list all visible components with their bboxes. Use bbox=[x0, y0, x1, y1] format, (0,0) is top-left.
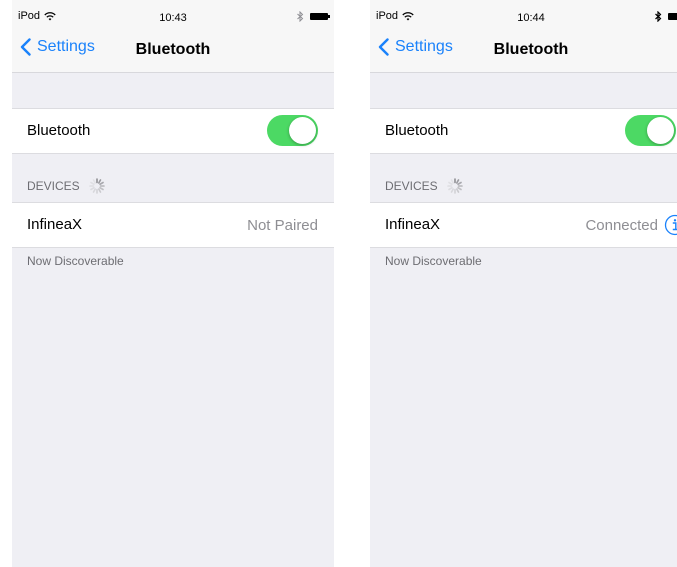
back-button[interactable]: Settings bbox=[20, 38, 95, 56]
chevron-left-icon bbox=[378, 38, 389, 56]
back-button[interactable]: Settings bbox=[378, 38, 453, 56]
bluetooth-toggle[interactable] bbox=[625, 115, 676, 146]
devices-header-label: DEVICES bbox=[385, 179, 438, 193]
device-name: InfineaX bbox=[385, 216, 441, 233]
device-row-infineax[interactable]: InfineaX Not Paired bbox=[12, 202, 334, 248]
device-row-infineax[interactable]: InfineaX Connected bbox=[370, 202, 677, 248]
battery-icon bbox=[310, 13, 330, 20]
devices-header: DEVICES bbox=[27, 177, 106, 195]
status-bar: iPod 10:43 bbox=[12, 0, 334, 24]
device-status: Connected bbox=[585, 217, 658, 234]
battery-icon bbox=[668, 13, 677, 20]
status-right bbox=[655, 11, 677, 22]
device-status: Not Paired bbox=[247, 217, 318, 234]
devices-header: DEVICES bbox=[385, 177, 464, 195]
discoverable-text: Now Discoverable bbox=[27, 254, 124, 268]
chevron-left-icon bbox=[20, 38, 31, 56]
screen-left: iPod 10:43 Settings Bluetooth Bluetooth bbox=[12, 0, 334, 567]
spinner-icon bbox=[446, 178, 463, 194]
bluetooth-label: Bluetooth bbox=[27, 122, 91, 139]
back-label: Settings bbox=[37, 38, 95, 55]
bluetooth-row: Bluetooth bbox=[12, 108, 334, 154]
nav-bar: Settings Bluetooth bbox=[12, 22, 334, 73]
bluetooth-toggle[interactable] bbox=[267, 115, 318, 146]
status-bar: iPod 10:44 bbox=[370, 0, 677, 24]
device-name: InfineaX bbox=[27, 216, 83, 233]
back-label: Settings bbox=[395, 38, 453, 55]
bluetooth-label: Bluetooth bbox=[385, 122, 449, 139]
devices-header-label: DEVICES bbox=[27, 179, 80, 193]
toggle-knob bbox=[647, 117, 674, 144]
bluetooth-row: Bluetooth bbox=[370, 108, 677, 154]
toggle-knob bbox=[289, 117, 316, 144]
discoverable-text: Now Discoverable bbox=[385, 254, 482, 268]
spinner-icon bbox=[88, 178, 105, 194]
status-right bbox=[297, 11, 330, 22]
info-icon[interactable] bbox=[664, 214, 677, 236]
screen-right: iPod 10:44 Settings Bluetooth Bluetooth bbox=[370, 0, 677, 567]
bluetooth-icon bbox=[297, 11, 304, 22]
bluetooth-icon bbox=[655, 11, 662, 22]
nav-bar: Settings Bluetooth bbox=[370, 22, 677, 73]
